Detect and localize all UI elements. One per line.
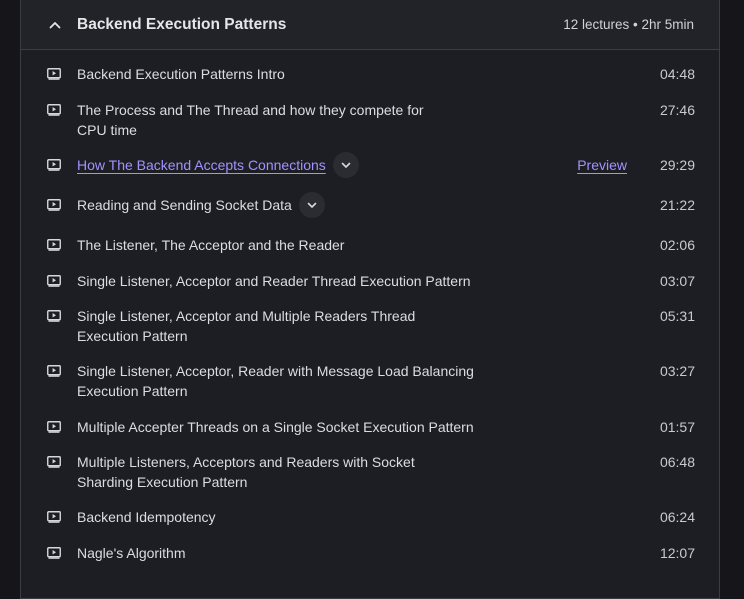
lecture-title: Backend Execution Patterns Intro bbox=[77, 66, 285, 82]
video-play-icon bbox=[46, 507, 62, 527]
chevron-down-icon[interactable] bbox=[298, 192, 325, 218]
video-play-icon bbox=[46, 271, 62, 291]
section-title: Backend Execution Patterns bbox=[77, 15, 287, 33]
curriculum-section: Backend Execution Patterns 12 lectures •… bbox=[20, 0, 720, 599]
lecture-row[interactable]: Multiple Listeners, Acceptors and Reader… bbox=[21, 452, 719, 507]
lecture-duration: 06:24 bbox=[659, 509, 695, 525]
lecture-duration: 06:48 bbox=[659, 454, 695, 470]
video-play-icon bbox=[46, 195, 62, 215]
lecture-row[interactable]: Multiple Accepter Threads on a Single So… bbox=[21, 417, 719, 452]
video-play-icon bbox=[46, 452, 62, 472]
lecture-title: Backend Idempotency bbox=[77, 509, 216, 525]
lecture-list: Backend Execution Patterns Intro 04:48 T… bbox=[21, 50, 719, 579]
lecture-duration: 01:57 bbox=[659, 419, 695, 435]
lecture-row[interactable]: The Listener, The Acceptor and the Reade… bbox=[21, 235, 719, 271]
video-play-icon bbox=[46, 361, 62, 381]
chevron-up-icon[interactable] bbox=[47, 17, 63, 33]
lecture-title: Multiple Listeners, Acceptors and Reader… bbox=[77, 454, 415, 490]
lecture-duration: 04:48 bbox=[659, 66, 695, 82]
lecture-row[interactable]: Backend Idempotency 06:24 bbox=[21, 507, 719, 543]
lecture-duration: 12:07 bbox=[659, 545, 695, 561]
lecture-title: The Process and The Thread and how they … bbox=[77, 102, 424, 138]
video-play-icon bbox=[46, 235, 62, 255]
lecture-duration: 21:22 bbox=[659, 197, 695, 213]
section-meta: 12 lectures • 2hr 5min bbox=[563, 17, 694, 32]
video-play-icon bbox=[46, 417, 62, 437]
lecture-row[interactable]: Nagle's Algorithm 12:07 bbox=[21, 543, 719, 579]
lecture-duration: 27:46 bbox=[659, 102, 695, 118]
video-play-icon bbox=[46, 543, 62, 563]
lecture-title: Single Listener, Acceptor and Reader Thr… bbox=[77, 273, 471, 289]
lecture-title: Single Listener, Acceptor, Reader with M… bbox=[77, 363, 474, 399]
lecture-row[interactable]: How The Backend Accepts Connections Prev… bbox=[21, 152, 719, 195]
video-play-icon bbox=[46, 306, 62, 326]
lecture-duration: 05:31 bbox=[659, 308, 695, 324]
lecture-row[interactable]: Reading and Sending Socket Data 21:22 bbox=[21, 192, 719, 235]
chevron-down-icon[interactable] bbox=[332, 152, 359, 178]
video-play-icon bbox=[46, 155, 62, 175]
lecture-title: Multiple Accepter Threads on a Single So… bbox=[77, 419, 474, 435]
lecture-row[interactable]: Backend Execution Patterns Intro 04:48 bbox=[21, 64, 719, 100]
lecture-duration: 02:06 bbox=[659, 237, 695, 253]
lecture-row[interactable]: The Process and The Thread and how they … bbox=[21, 100, 719, 155]
lecture-duration: 29:29 bbox=[659, 157, 695, 173]
lecture-title: Single Listener, Acceptor and Multiple R… bbox=[77, 308, 416, 344]
video-play-icon bbox=[46, 64, 62, 84]
preview-link[interactable]: Preview bbox=[577, 155, 627, 175]
lecture-title-link[interactable]: How The Backend Accepts Connections bbox=[77, 155, 326, 175]
lecture-row[interactable]: Single Listener, Acceptor and Multiple R… bbox=[21, 306, 719, 361]
lecture-row[interactable]: Single Listener, Acceptor and Reader Thr… bbox=[21, 271, 719, 306]
section-header[interactable]: Backend Execution Patterns 12 lectures •… bbox=[21, 0, 719, 50]
lecture-duration: 03:27 bbox=[659, 363, 695, 379]
lecture-title: Reading and Sending Socket Data bbox=[77, 197, 292, 213]
lecture-title: Nagle's Algorithm bbox=[77, 545, 186, 561]
lecture-title: The Listener, The Acceptor and the Reade… bbox=[77, 237, 345, 253]
video-play-icon bbox=[46, 100, 62, 120]
lecture-duration: 03:07 bbox=[659, 273, 695, 289]
lecture-row[interactable]: Single Listener, Acceptor, Reader with M… bbox=[21, 361, 719, 417]
